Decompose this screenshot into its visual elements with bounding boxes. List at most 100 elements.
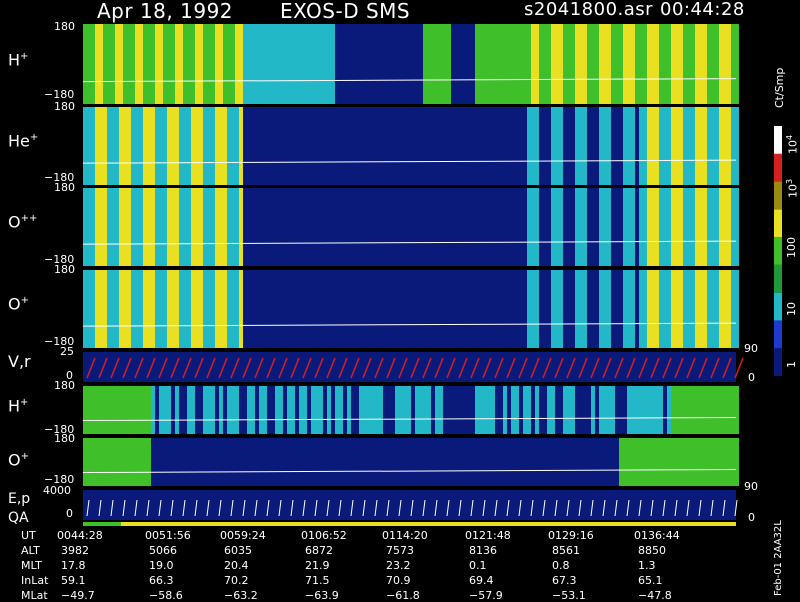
heatmap-stripe [131, 438, 135, 486]
heatmap-stripe [707, 188, 711, 266]
heatmap-stripe [643, 270, 647, 348]
heatmap-stripe [695, 188, 699, 266]
heatmap-stripe [111, 107, 115, 185]
heatmap-stripe [695, 270, 699, 348]
heatmap-stripe [723, 188, 727, 266]
heatmap-stripe [123, 188, 127, 266]
heatmap-stripe [639, 438, 643, 486]
heatmap-stripe [643, 107, 647, 185]
heatmap-stripe [339, 386, 343, 434]
heatmap-stripe [91, 438, 95, 486]
heatmap-stripe [731, 24, 735, 104]
heatmap-stripe [551, 107, 555, 185]
colorbar-tick-10e3: 103 [785, 178, 800, 198]
colorbar-segment [774, 292, 782, 321]
heatmap-stripe [115, 438, 119, 486]
heatmap-stripe [123, 438, 127, 486]
heatmap-stripe [119, 386, 123, 434]
heatmap-stripe [175, 386, 179, 434]
heatmap-stripe [135, 386, 139, 434]
heatmap-stripe [171, 188, 175, 266]
heatmap-stripe [287, 24, 291, 104]
heatmap-stripe [319, 386, 323, 434]
heatmap-stripe [615, 24, 619, 104]
tick-p4-right-top: 90 [744, 342, 758, 355]
heatmap-stripe [155, 107, 159, 185]
heatmap-stripe [295, 24, 299, 104]
heatmap-stripe [83, 270, 87, 348]
heatmap-stripe [479, 386, 483, 434]
heatmap-stripe [91, 107, 95, 185]
heatmap-stripe [563, 386, 567, 434]
heatmap-stripe [703, 270, 707, 348]
heatmap-stripe [483, 386, 487, 434]
panel-background [83, 352, 736, 382]
heatmap-stripe [667, 438, 671, 486]
heatmap-stripe [327, 386, 331, 434]
heatmap-stripe [235, 386, 239, 434]
heatmap-stripe [651, 24, 655, 104]
tick-p7-right-bottom: 0 [748, 511, 755, 524]
heatmap-stripe [487, 386, 491, 434]
heatmap-stripe [671, 386, 675, 434]
heatmap-stripe [635, 386, 639, 434]
footer-cell: −53.1 [552, 589, 586, 602]
heatmap-stripe [631, 107, 635, 185]
footer-cell: 8850 [638, 544, 666, 557]
heatmap-stripe [603, 188, 607, 266]
heatmap-stripe [199, 107, 203, 185]
heatmap-stripe [527, 188, 531, 266]
heatmap-stripe [195, 270, 199, 348]
heatmap-stripe [731, 188, 735, 266]
heatmap-stripe [535, 386, 539, 434]
heatmap-stripe [111, 270, 115, 348]
heatmap-stripe [179, 270, 183, 348]
heatmap-stripe [423, 386, 427, 434]
heatmap-stripe [523, 386, 527, 434]
heatmap-stripe [147, 438, 151, 486]
footer-row-label: InLat [21, 574, 49, 587]
heatmap-stripe [227, 107, 231, 185]
heatmap-stripe [219, 270, 223, 348]
heatmap-stripe [211, 386, 215, 434]
heatmap-stripe [695, 438, 699, 486]
heatmap-stripe [239, 107, 243, 185]
heatmap-stripe [667, 188, 671, 266]
heatmap-stripe [591, 24, 595, 104]
heatmap-stripe [495, 24, 499, 104]
heatmap-stripe [723, 386, 727, 434]
heatmap-stripe [563, 24, 567, 104]
heatmap-stripe [635, 24, 639, 104]
heatmap-stripe [687, 107, 691, 185]
colorbar-unit: Ct/Smp [773, 67, 786, 108]
heatmap-stripe [651, 438, 655, 486]
heatmap-stripe [627, 24, 631, 104]
heatmap-stripe [719, 386, 723, 434]
heatmap-stripe [211, 107, 215, 185]
colorbar-segment [774, 320, 782, 349]
heatmap-stripe [447, 24, 451, 104]
heatmap-stripe [711, 24, 715, 104]
heatmap-stripe [119, 107, 123, 185]
heatmap-stripe [547, 386, 551, 434]
footer-cell: 5066 [149, 544, 177, 557]
heatmap-stripe [675, 386, 679, 434]
footer-cell: 0044:28 [57, 529, 103, 542]
heatmap-stripe [139, 24, 143, 104]
tick-p6-top: 180 [54, 432, 75, 445]
heatmap-stripe [599, 270, 603, 348]
heatmap-stripe [531, 24, 535, 104]
colorbar-segment [774, 153, 782, 182]
heatmap-stripe [151, 386, 155, 434]
heatmap-stripe [375, 386, 379, 434]
heatmap-stripe [579, 188, 583, 266]
heatmap-stripe [679, 438, 683, 486]
heatmap-stripe [247, 24, 251, 104]
heatmap-stripe [707, 107, 711, 185]
heatmap-stripe [631, 386, 635, 434]
footer-cell: 0129:16 [548, 529, 594, 542]
footer-cell: 6035 [224, 544, 252, 557]
heatmap-stripe [487, 24, 491, 104]
heatmap-stripe [603, 107, 607, 185]
heatmap-stripe [647, 438, 651, 486]
